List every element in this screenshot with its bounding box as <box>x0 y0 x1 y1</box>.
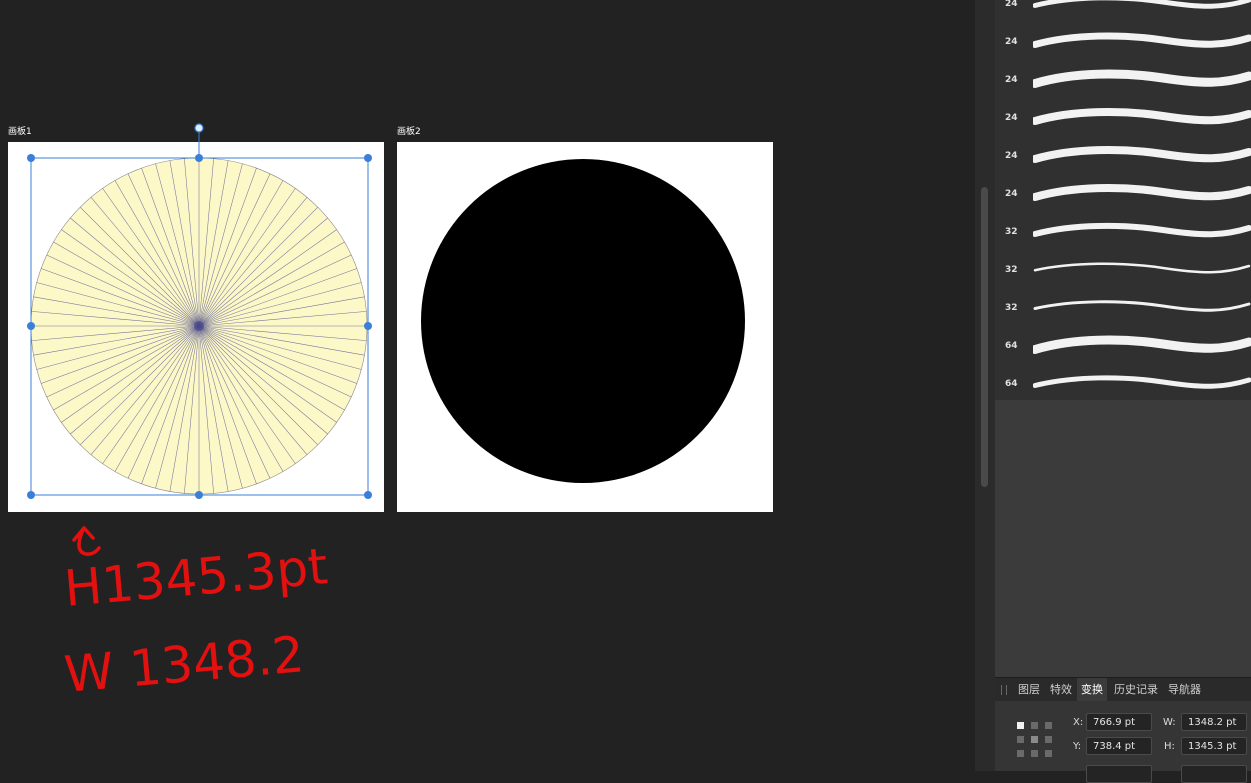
annotation-width-text: W 1348.2 <box>62 625 306 704</box>
brush-stroke-preview <box>1033 262 1251 274</box>
anchor-center[interactable] <box>1031 736 1038 743</box>
tab-history[interactable]: 历史记录 <box>1114 678 1158 702</box>
artboard-1-label[interactable]: 画板1 <box>8 127 32 137</box>
tab-layers[interactable]: 图层 <box>1018 678 1040 702</box>
panel-tabs: 图层 特效 变换 历史记录 导航器 <box>995 677 1251 702</box>
brush-stroke-preview <box>1033 32 1251 48</box>
anchor-bottom-left[interactable] <box>1017 750 1024 757</box>
transform-panel: X: 766.9 pt W: 1348.2 pt Y: 738.4 pt H: … <box>995 701 1251 783</box>
brush-item[interactable]: 32 <box>995 288 1251 326</box>
resize-handle-left[interactable] <box>27 322 35 330</box>
document-canvas[interactable]: 画板1 画板2 H1345.3pt W 1348.2 <box>0 0 975 771</box>
brush-stroke-preview <box>1033 335 1251 354</box>
h-label: H: <box>1164 741 1175 752</box>
anchor-top-right[interactable] <box>1045 722 1052 729</box>
w-label: W: <box>1163 717 1176 728</box>
anchor-bottom-right[interactable] <box>1045 750 1052 757</box>
brush-item[interactable]: 64 <box>995 364 1251 402</box>
brush-item[interactable]: 32 <box>995 250 1251 288</box>
brush-size-label: 24 <box>1005 75 1018 85</box>
black-circle-shape[interactable] <box>421 159 745 483</box>
brush-item[interactable]: 24 <box>995 0 1251 22</box>
brush-item[interactable]: 24 <box>995 60 1251 98</box>
resize-handle-bottom-right[interactable] <box>364 491 372 499</box>
brush-item[interactable]: 24 <box>995 22 1251 60</box>
brush-stroke-preview <box>1033 183 1251 201</box>
resize-handle-bottom-left[interactable] <box>27 491 35 499</box>
brush-size-label: 32 <box>1005 227 1018 237</box>
y-input[interactable]: 738.4 pt <box>1086 737 1152 755</box>
shear-input[interactable] <box>1181 765 1247 783</box>
anchor-left[interactable] <box>1017 736 1024 743</box>
x-label: X: <box>1073 717 1084 728</box>
brush-size-label: 24 <box>1005 113 1018 123</box>
resize-handle-top[interactable] <box>195 154 203 162</box>
brush-item[interactable]: 24 <box>995 174 1251 212</box>
brush-stroke-preview <box>1033 107 1251 125</box>
x-input[interactable]: 766.9 pt <box>1086 713 1152 731</box>
panel-scrollbar[interactable] <box>975 0 995 771</box>
brush-size-label: 32 <box>1005 303 1018 313</box>
tab-navigator[interactable]: 导航器 <box>1168 678 1201 702</box>
resize-handle-bottom[interactable] <box>195 491 203 499</box>
brush-stroke-preview <box>1033 145 1251 163</box>
tab-transform[interactable]: 变换 <box>1077 678 1107 702</box>
resize-handle-top-left[interactable] <box>27 154 35 162</box>
sunburst-rays <box>31 158 367 494</box>
brushes-panel[interactable]: 24 24 24 24 24 24 32 32 32 64 64 <box>995 0 1251 400</box>
w-input[interactable]: 1348.2 pt <box>1181 713 1247 731</box>
brush-stroke-preview <box>1033 0 1251 9</box>
rotation-input[interactable] <box>1086 765 1152 783</box>
annotation-height-text: H1345.3pt <box>62 537 330 618</box>
brush-size-label: 24 <box>1005 37 1018 47</box>
artboard-1[interactable] <box>8 142 384 512</box>
brush-size-label: 64 <box>1005 379 1018 389</box>
resize-handle-top-right[interactable] <box>364 154 372 162</box>
resize-handle-right[interactable] <box>364 322 372 330</box>
brush-size-label: 32 <box>1005 265 1018 275</box>
brush-item[interactable]: 24 <box>995 136 1251 174</box>
brushes-panel-empty-area <box>995 400 1251 677</box>
anchor-point-selector[interactable] <box>1017 722 1053 758</box>
tab-effects[interactable]: 特效 <box>1050 678 1072 702</box>
brush-item[interactable]: 32 <box>995 212 1251 250</box>
h-input[interactable]: 1345.3 pt <box>1181 737 1247 755</box>
panel-grip-icon[interactable] <box>1001 685 1007 695</box>
brush-size-label: 24 <box>1005 0 1018 9</box>
brush-size-label: 64 <box>1005 341 1018 351</box>
artboard-2-label[interactable]: 画板2 <box>397 127 421 137</box>
handwritten-annotation: H1345.3pt W 1348.2 <box>62 526 330 704</box>
anchor-top-left[interactable] <box>1017 722 1024 729</box>
brush-size-label: 24 <box>1005 151 1018 161</box>
sunburst-shape[interactable] <box>8 142 384 512</box>
brush-stroke-preview <box>1033 69 1251 88</box>
brush-size-label: 24 <box>1005 189 1018 199</box>
artboard-2[interactable] <box>397 142 773 512</box>
brush-stroke-preview <box>1033 222 1251 238</box>
sunburst-center <box>194 321 204 331</box>
scrollbar-thumb[interactable] <box>981 187 988 487</box>
brush-item[interactable]: 24 <box>995 98 1251 136</box>
y-label: Y: <box>1073 741 1082 752</box>
brush-stroke-preview <box>1033 375 1251 389</box>
brush-item[interactable]: 64 <box>995 326 1251 364</box>
anchor-top[interactable] <box>1031 722 1038 729</box>
rotation-handle[interactable] <box>194 123 204 133</box>
brush-stroke-preview <box>1033 300 1251 312</box>
anchor-right[interactable] <box>1045 736 1052 743</box>
arrow-annotation-icon <box>72 526 101 556</box>
anchor-bottom[interactable] <box>1031 750 1038 757</box>
